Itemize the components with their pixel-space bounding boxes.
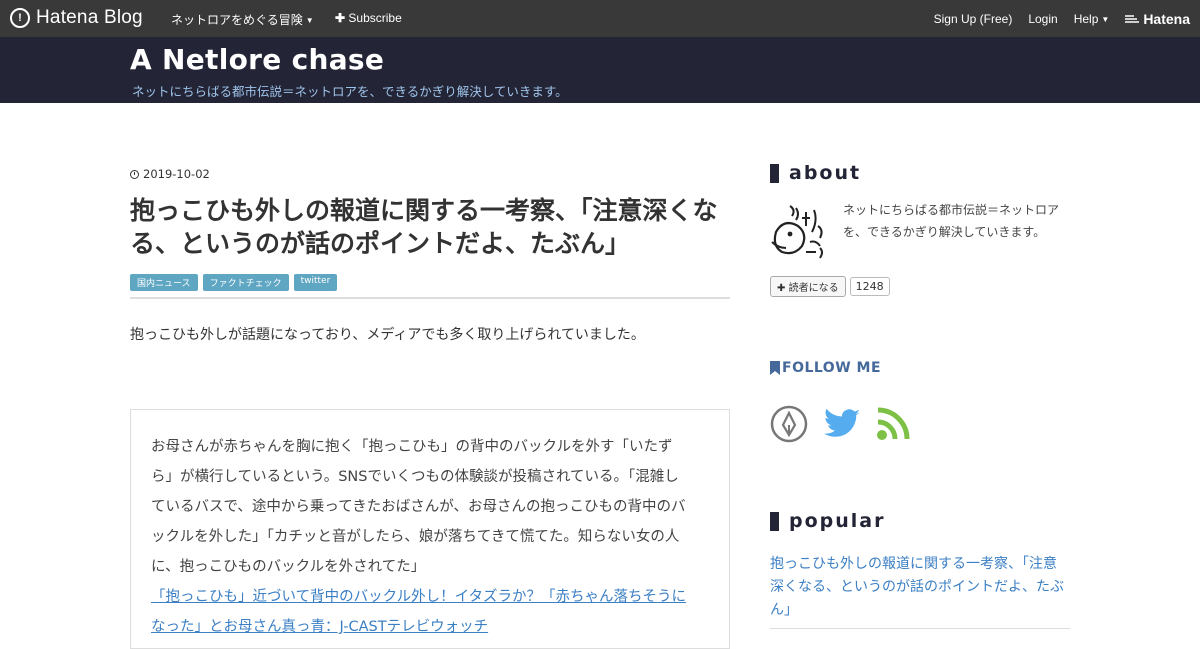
about-heading-text: about [789, 162, 862, 184]
popular-heading-text: popular [789, 510, 886, 532]
hatena-home-link[interactable]: Hatena [1125, 11, 1190, 27]
clock-icon [130, 169, 139, 179]
hatena-logo-icon: ! [10, 8, 30, 28]
help-menu[interactable]: Help ▼ [1074, 12, 1110, 26]
global-header: ! Hatena Blog ネットロアをめぐる冒険 ▼ ✚ Subscribe S… [0, 0, 1200, 37]
plus-icon: ✚ [777, 283, 786, 294]
caret-down-icon: ▼ [1101, 15, 1110, 24]
blog-description: ネットにちらばる都市伝説＝ネットロアを、できるかぎり解決していきます。 [132, 84, 568, 99]
entry-lead: 抱っこひも外しが話題になっており、メディアでも多く取り上げられていました。 [130, 327, 645, 343]
subscribe-label: Subscribe [348, 11, 402, 25]
follow-heading-text: FOLLOW ME [782, 360, 882, 376]
about-heading: about [770, 162, 861, 184]
blog-menu-dropdown[interactable]: ネットロアをめぐる冒険 ▼ [171, 11, 314, 28]
blog-title[interactable]: A Netlore chase [130, 43, 384, 76]
quote-source-link[interactable]: なった」とお母さん真っ青：J-CASTテレビウォッチ [151, 612, 709, 642]
subscribe-button[interactable]: ✚ Subscribe [335, 11, 402, 25]
entry-date-text: 2019-10-02 [143, 167, 210, 181]
heading-bar [770, 511, 779, 531]
entry-date[interactable]: 2019-10-02 [130, 167, 210, 181]
entry-title[interactable]: 抱っこひも外しの報道に関する一考察、「注意深くなる、というのが話のポイントだよ、… [130, 194, 730, 260]
quote-line: ら」が横行しているという。SNSでいくつもの体験談が投稿されている。「混雑し [151, 469, 679, 485]
reader-button[interactable]: ✚ 読者になる [770, 276, 846, 297]
category-badge[interactable]: ファクトチェック [202, 274, 289, 291]
bookmark-icon [770, 361, 780, 375]
blog-menu-label: ネットロアをめぐる冒険 [171, 13, 303, 27]
caret-down-icon: ▼ [305, 16, 314, 25]
blockquote: お母さんが赤ちゃんを胸に抱く「抱っこひも」の背中のバックルを外す「いたず ら」が… [130, 409, 730, 649]
popular-heading: popular [770, 510, 886, 532]
reader-count: 1248 [849, 277, 890, 296]
quote-source-link[interactable]: 「抱っこひも」近づいて背中のバックル外し！イタズラか？「赤ちゃん落ちそうに [151, 582, 709, 612]
twitter-icon[interactable] [824, 409, 860, 439]
hatena-pen-icon[interactable] [770, 405, 808, 443]
title-divider [130, 297, 730, 299]
help-label: Help [1073, 12, 1099, 26]
hatena-blog-brand[interactable]: ! Hatena Blog [10, 6, 143, 30]
follow-heading: FOLLOW ME [770, 360, 881, 376]
heading-bar [770, 163, 779, 183]
brand-label: Hatena Blog [36, 7, 143, 28]
rss-icon[interactable] [876, 407, 910, 441]
popular-divider [770, 628, 1070, 629]
category-badge[interactable]: 国内ニュース [130, 274, 198, 291]
login-link[interactable]: Login [1028, 12, 1057, 26]
blog-header: A Netlore chase ネットにちらばる都市伝説＝ネットロアを、できるか… [0, 37, 1200, 103]
follow-icons [770, 405, 910, 443]
subscribe-widget: ✚ 読者になる 1248 [770, 276, 890, 297]
quote-line: お母さんが赤ちゃんを胸に抱く「抱っこひも」の背中のバックルを外す「いたず [151, 439, 673, 455]
quote-line: ているバスで、途中から乗ってきたおばさんが、お母さんの抱っこひもの背中のバ [151, 499, 686, 515]
hatena-label: Hatena [1143, 11, 1190, 27]
author-avatar [771, 205, 823, 259]
quote-line: に、抱っこひものバックルを外されてた」 [151, 559, 426, 575]
about-text: ネットにちらばる都市伝説＝ネットロアを、できるかぎり解決していきます。 [843, 203, 1060, 239]
plus-icon: ✚ [335, 11, 346, 25]
signup-link[interactable]: Sign Up (Free) [934, 12, 1013, 26]
quote-line: ックルを外した」「カチッと音がしたら、娘が落ちてきて慌てた。知らない女の人 [151, 529, 680, 545]
category-badge[interactable]: twitter [293, 274, 338, 291]
entry-categories: 国内ニュース ファクトチェック twitter [130, 274, 338, 291]
popular-entry-link[interactable]: 抱っこひも外しの報道に関する一考察、「注意深くなる、というのが話のポイントだよ、… [770, 553, 1070, 622]
hatena-wave-icon [1125, 15, 1140, 23]
reader-button-label: 読者になる [788, 283, 839, 294]
